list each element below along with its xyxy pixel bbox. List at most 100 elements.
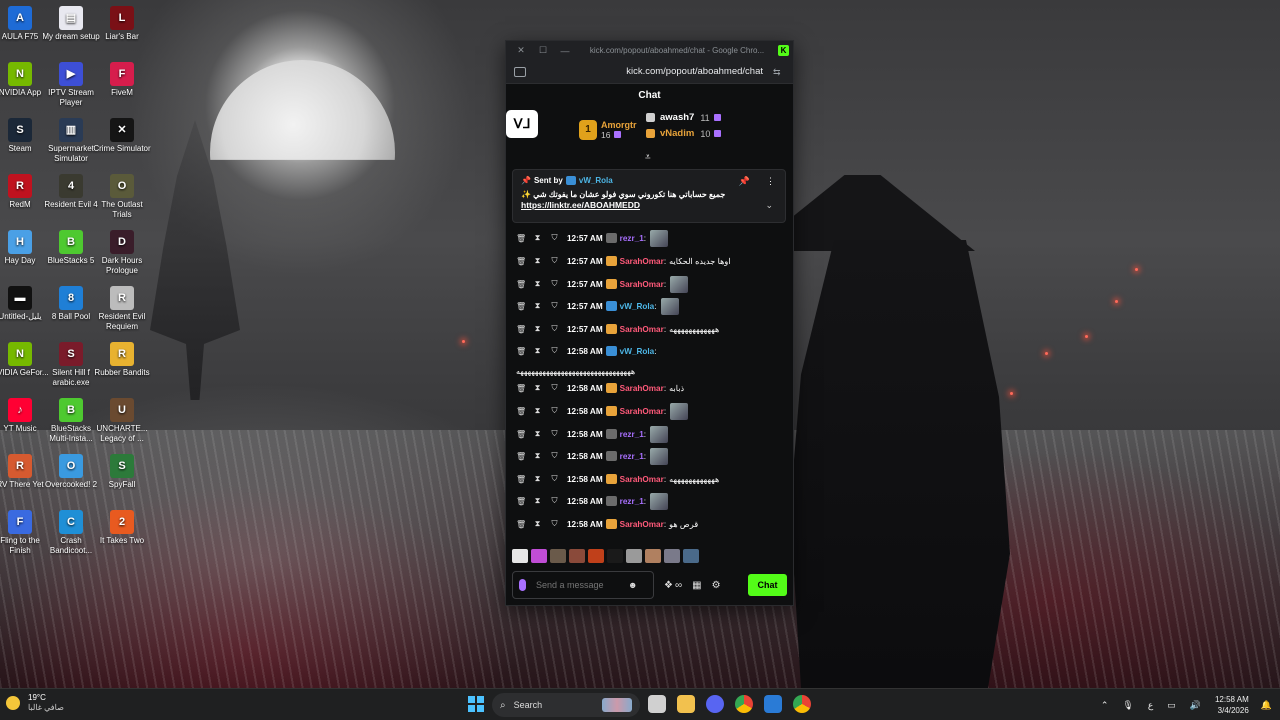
desktop-icon[interactable]: ▥ Supermarket Simulator [42, 118, 100, 164]
maximize-icon[interactable]: ☐ [532, 45, 554, 56]
collapse-arrow-icon[interactable]: ⩡ [645, 152, 651, 163]
message-username[interactable]: SarahOmar [620, 325, 664, 334]
send-chat-button[interactable]: Chat [748, 574, 787, 596]
ban-shield-icon[interactable]: ⛉ [550, 256, 559, 266]
file-explorer-icon[interactable] [677, 695, 695, 713]
gear-icon[interactable]: ⚙ [712, 580, 721, 591]
ban-shield-icon[interactable]: ⛉ [550, 474, 559, 484]
desktop-icon[interactable]: U UNCHARTE... Legacy of ... [93, 398, 151, 444]
desktop-icon[interactable]: B BlueStacks 5 [42, 230, 100, 266]
delete-icon[interactable]: 🗑 [516, 325, 526, 334]
chrome-icon[interactable] [735, 695, 753, 713]
quick-emote[interactable] [645, 549, 661, 563]
timeout-icon[interactable]: ⧗ [533, 451, 542, 461]
quick-emote[interactable] [626, 549, 642, 563]
taskbar-search[interactable]: ⌕ Search [492, 693, 640, 717]
message-username[interactable]: rezr_1 [620, 497, 644, 506]
window-titlebar[interactable]: ✕ ☐ — kick.com/popout/aboahmed/chat - Go… [506, 41, 793, 60]
delete-icon[interactable]: 🗑 [516, 497, 526, 506]
start-button[interactable] [468, 696, 484, 712]
timeout-icon[interactable]: ⧗ [533, 346, 542, 356]
message-username[interactable]: vW_Rola [620, 302, 655, 311]
timeout-icon[interactable]: ⧗ [533, 233, 542, 243]
more-options-icon[interactable]: ⋮ [766, 176, 775, 187]
desktop-icon[interactable]: 8 8 Ball Pool [42, 286, 100, 322]
message-username[interactable]: SarahOmar [620, 384, 664, 393]
page-menu-icon[interactable]: ⇆ [773, 67, 785, 77]
ban-shield-icon[interactable]: ⛉ [550, 324, 559, 334]
discord-icon[interactable] [706, 695, 724, 713]
delete-icon[interactable]: 🗑 [516, 452, 526, 461]
infinity-icon[interactable]: ∞ [675, 580, 682, 591]
desktop-icon[interactable]: F FiveM [93, 62, 151, 98]
timeout-icon[interactable]: ⧗ [533, 383, 542, 393]
desktop-icon[interactable]: ▶ IPTV Stream Player [42, 62, 100, 108]
desktop-icon[interactable]: C Crash Bandicoot... [42, 510, 100, 556]
weather-widget[interactable]: 19°C صافي غالبا [6, 693, 64, 713]
clock[interactable]: 12:58 AM 3/4/2026 [1215, 694, 1249, 716]
desktop-icon[interactable]: O The Outlast Trials [93, 174, 151, 220]
timeout-icon[interactable]: ⧗ [533, 301, 542, 311]
desktop-icon[interactable]: 4 Resident Evil 4 [42, 174, 100, 210]
ban-shield-icon[interactable]: ⛉ [550, 301, 559, 311]
desktop-icon[interactable]: 2 It Takes Two [93, 510, 151, 546]
ban-shield-icon[interactable]: ⛉ [550, 406, 559, 416]
microphone-tray-icon[interactable]: 🎙 [1122, 700, 1133, 711]
network-icon[interactable]: ▭ [1167, 700, 1176, 711]
chrome-icon[interactable] [793, 695, 811, 713]
leaderboard-row[interactable]: vNadim 10 [646, 128, 722, 139]
desktop-icon[interactable]: S Silent Hill f arabic.exe [42, 342, 100, 388]
leaderboard-row[interactable]: awash7 11 [646, 112, 721, 123]
ban-shield-icon[interactable]: ⛉ [550, 451, 559, 461]
ban-shield-icon[interactable]: ⛉ [550, 519, 559, 529]
gift-shop-icon[interactable]: ▦ [692, 580, 701, 591]
delete-icon[interactable]: 🗑 [516, 475, 526, 484]
desktop-icon[interactable]: R Rubber Bandits [93, 342, 151, 378]
delete-icon[interactable]: 🗑 [516, 347, 526, 356]
desktop-icon[interactable]: S SpyFall [93, 454, 151, 490]
quick-emote[interactable] [588, 549, 604, 563]
message-input-box[interactable]: ☻ [512, 571, 654, 599]
volume-icon[interactable]: 🔊 [1190, 700, 1201, 711]
url-text[interactable]: kick.com/popout/aboahmed/chat [526, 66, 773, 77]
desktop-icon[interactable]: R Resident Evil Requiem [93, 286, 151, 332]
delete-icon[interactable]: 🗑 [516, 280, 526, 289]
message-username[interactable]: SarahOmar [620, 520, 664, 529]
message-username[interactable]: SarahOmar [620, 407, 664, 416]
message-input[interactable] [536, 580, 628, 590]
message-username[interactable]: SarahOmar [620, 475, 664, 484]
desktop-icon[interactable]: O Overcooked! 2 [42, 454, 100, 490]
quick-emote[interactable] [512, 549, 528, 563]
chevron-up-icon[interactable]: ⌃ [1101, 700, 1109, 711]
quick-emote[interactable] [550, 549, 566, 563]
timeout-icon[interactable]: ⧗ [533, 324, 542, 334]
delete-icon[interactable]: 🗑 [516, 234, 526, 243]
minimize-icon[interactable]: — [554, 46, 576, 56]
quick-emote[interactable] [569, 549, 585, 563]
ban-shield-icon[interactable]: ⛉ [550, 279, 559, 289]
quick-emote[interactable] [607, 549, 623, 563]
ban-shield-icon[interactable]: ⛉ [550, 233, 559, 243]
chevron-down-icon[interactable]: ⌄ [765, 200, 773, 211]
quick-emote[interactable] [531, 549, 547, 563]
input-language[interactable]: ع [1148, 700, 1153, 711]
message-username[interactable]: rezr_1 [620, 234, 644, 243]
timeout-icon[interactable]: ⧗ [533, 474, 542, 484]
desktop-icon[interactable]: L Liar's Bar [93, 6, 151, 42]
delete-icon[interactable]: 🗑 [516, 257, 526, 266]
leaderboard-first-place[interactable]: 1 Amorgtr 16 [579, 120, 637, 140]
ban-shield-icon[interactable]: ⛉ [550, 383, 559, 393]
desktop-icon[interactable]: D Dark Hours Prologue [93, 230, 151, 276]
notification-bell-icon[interactable]: 🔔 [1261, 700, 1272, 711]
delete-icon[interactable]: 🗑 [516, 407, 526, 416]
timeout-icon[interactable]: ⧗ [533, 256, 542, 266]
delete-icon[interactable]: 🗑 [516, 430, 526, 439]
site-info-icon[interactable] [514, 66, 526, 77]
task-view-icon[interactable] [648, 695, 666, 713]
quick-emote[interactable] [664, 549, 680, 563]
media-app-icon[interactable] [764, 695, 782, 713]
close-icon[interactable]: ✕ [510, 45, 532, 56]
pinned-message-link[interactable]: https://linktr.ee/ABOAHMEDD [521, 200, 777, 210]
delete-icon[interactable]: 🗑 [516, 384, 526, 393]
timeout-icon[interactable]: ⧗ [533, 279, 542, 289]
